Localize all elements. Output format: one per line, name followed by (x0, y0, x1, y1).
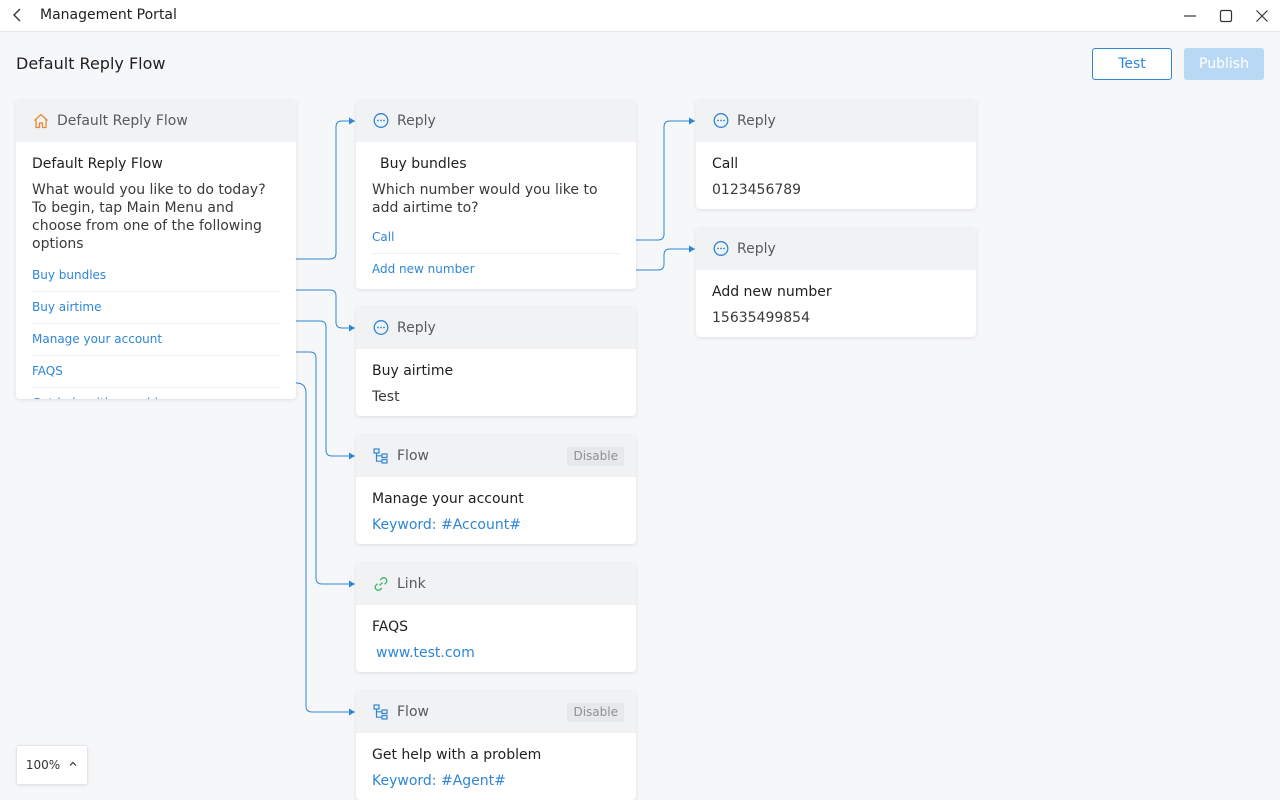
card-title: FAQS (372, 619, 409, 635)
connector-manage-account (296, 320, 355, 460)
card-type-label: Reply (397, 113, 436, 129)
window-title: Management Portal (40, 7, 177, 23)
flow-tree-icon (372, 703, 390, 721)
keyword-link[interactable]: Keyword: #Account# (372, 516, 620, 534)
card-type-label: Reply (737, 113, 776, 129)
link-icon (372, 575, 390, 593)
card-header: Flow Disable (356, 691, 636, 733)
disable-badge[interactable]: Disable (567, 447, 624, 466)
connector-buy-bundles (296, 117, 355, 260)
chevron-up-icon[interactable] (68, 758, 78, 772)
keyword-link[interactable]: Keyword: #Agent# (372, 772, 620, 790)
card-type-label: Flow (397, 448, 429, 464)
card-header: Link (356, 563, 636, 605)
test-button[interactable]: Test (1092, 48, 1172, 80)
zoom-level: 100% (25, 758, 61, 772)
option-buy-bundles[interactable]: Buy bundles (32, 260, 280, 292)
back-arrow-icon[interactable] (8, 5, 28, 25)
card-header: Reply (356, 100, 636, 142)
flow-card-manage-account[interactable]: Flow Disable Manage your account Keyword… (356, 435, 636, 544)
card-type-label: Flow (397, 704, 429, 720)
card-message: 0123456789 (712, 182, 802, 198)
card-message: Which number would you like to add airti… (372, 182, 598, 216)
card-message: 15635499854 (712, 310, 810, 326)
card-type-label: Reply (737, 241, 776, 257)
connector-buy-airtime (296, 289, 355, 332)
card-type-label: Link (397, 576, 426, 592)
link-card-faqs[interactable]: Link FAQS www.test.com (356, 563, 636, 672)
window-titlebar: Management Portal (0, 0, 1280, 32)
option-buy-airtime[interactable]: Buy airtime (32, 292, 280, 324)
card-message: Test (372, 389, 400, 405)
card-title: Get help with a problem (372, 747, 542, 763)
chat-bubble-icon (712, 112, 730, 130)
card-header: Reply (356, 307, 636, 349)
card-title: Call (712, 156, 739, 172)
chat-bubble-icon (372, 319, 390, 337)
connector-call (636, 117, 695, 241)
card-header: Reply (696, 100, 976, 142)
root-flow-card[interactable]: Default Reply Flow Default Reply Flow Wh… (16, 100, 296, 399)
option-list: Call Add new number (372, 222, 620, 285)
chat-bubble-icon (712, 240, 730, 258)
reply-card-buy-airtime[interactable]: Reply Buy airtime Test (356, 307, 636, 416)
disable-badge[interactable]: Disable (567, 703, 624, 722)
maximize-icon[interactable] (1216, 6, 1236, 26)
card-title: Manage your account (372, 491, 524, 507)
card-header: Flow Disable (356, 435, 636, 477)
page-title: Default Reply Flow (16, 54, 166, 73)
url-link[interactable]: www.test.com (372, 644, 620, 662)
zoom-control[interactable]: 100% (16, 745, 88, 785)
card-header: Reply (696, 228, 976, 270)
option-list: Buy bundles Buy airtime Manage your acco… (32, 260, 280, 399)
card-message: What would you like to do today? To begi… (32, 182, 266, 252)
connector-get-help (295, 382, 355, 716)
card-type-label: Default Reply Flow (57, 113, 188, 129)
option-get-help[interactable]: Get help with a problem (32, 388, 280, 399)
option-call[interactable]: Call (372, 222, 620, 254)
close-icon[interactable] (1252, 6, 1272, 26)
connector-add-number (636, 245, 695, 271)
card-title: Buy airtime (372, 363, 454, 379)
card-title: Add new number (712, 284, 832, 300)
card-title: Buy bundles (380, 156, 467, 172)
chat-bubble-icon (372, 112, 390, 130)
card-type-label: Reply (397, 320, 436, 336)
option-faqs[interactable]: FAQS (32, 356, 280, 388)
reply-card-add-new-number[interactable]: Reply Add new number 15635499854 (696, 228, 976, 337)
reply-card-buy-bundles[interactable]: Reply Buy bundles Which number would you… (356, 100, 636, 289)
option-manage-account[interactable]: Manage your account (32, 324, 280, 356)
reply-card-call[interactable]: Reply Call 0123456789 (696, 100, 976, 209)
card-title: Default Reply Flow (32, 156, 163, 172)
publish-button[interactable]: Publish (1184, 48, 1264, 80)
home-icon (32, 112, 50, 130)
flow-tree-icon (372, 447, 390, 465)
card-header: Default Reply Flow (16, 100, 296, 142)
minimize-icon[interactable] (1180, 6, 1200, 26)
flow-card-get-help[interactable]: Flow Disable Get help with a problem Key… (356, 691, 636, 800)
connector-faqs (296, 351, 355, 588)
option-add-new-number[interactable]: Add new number (372, 254, 620, 285)
